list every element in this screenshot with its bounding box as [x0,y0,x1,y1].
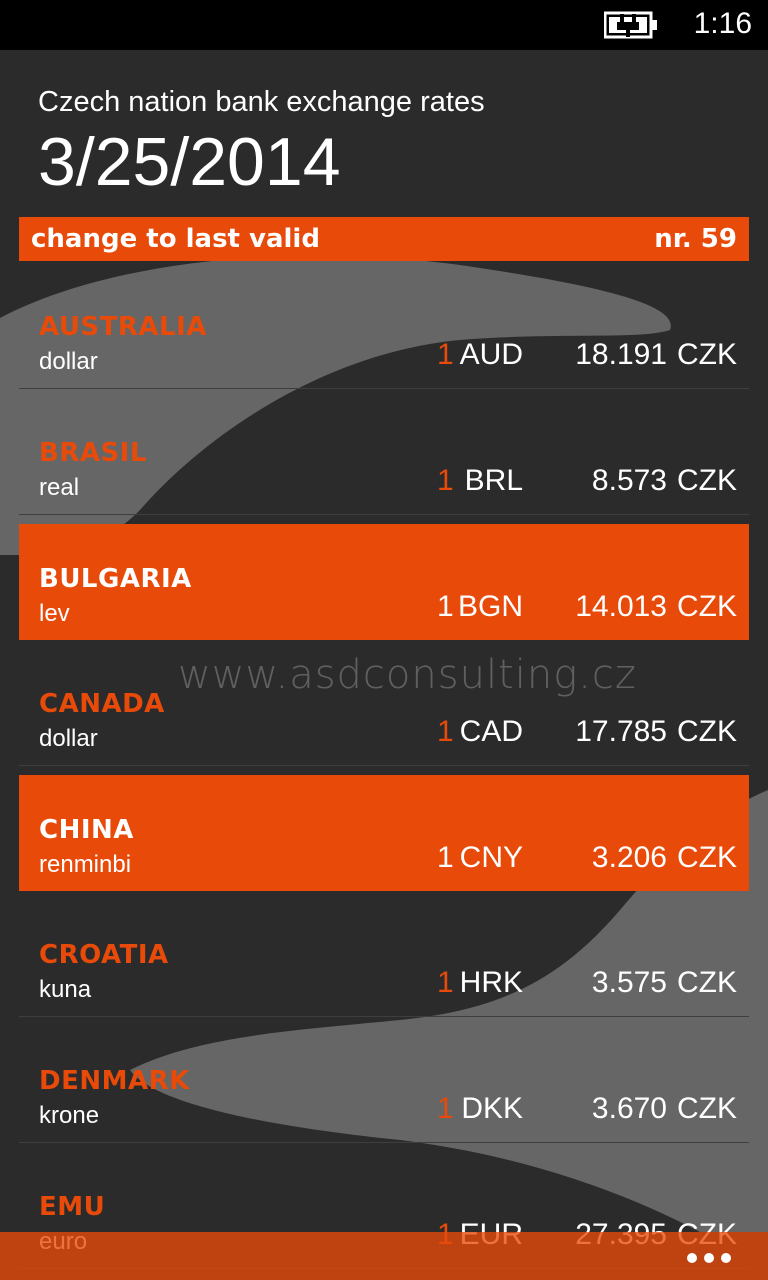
currency-code: CAD [459,715,523,748]
currency-code: BRL [464,464,523,497]
rate-row[interactable]: DENMARK krone 1 DKK 3.670 CZK [19,1026,749,1143]
exchange-rate: 8.573 [591,464,667,497]
currency-code: CNY [459,841,523,874]
exchange-rate: 3.670 [591,1092,667,1125]
exchange-rate: 18.191 [575,338,667,371]
rate-row-highlighted[interactable]: BULGARIA lev 1 BGN 14.013 CZK [19,524,749,640]
rate-row[interactable]: CROATIA kuna 1 HRK 3.575 CZK [19,900,749,1017]
battery-charging-icon [604,11,657,39]
rates-date[interactable]: 3/25/2014 [38,122,485,202]
currency-code: AUD [459,338,523,371]
rate-unit: CZK [677,338,737,371]
country-name: CROATIA [39,940,169,970]
currency-amount: 1 [437,715,454,748]
app-title: Czech nation bank exchange rates [38,86,485,118]
exchange-rate: 3.575 [591,966,667,999]
country-name: BULGARIA [39,564,192,594]
currency-name: real [39,474,80,501]
country-name: BRASIL [39,438,147,468]
currency-code: HRK [459,966,523,999]
more-dots-icon[interactable] [686,1252,732,1264]
change-info-bar[interactable]: change to last valid nr. 59 [19,217,749,261]
rate-unit: CZK [677,590,737,623]
country-name: EMU [39,1192,106,1222]
currency-name: dollar [39,725,98,752]
currency-amount: 1 [437,338,454,371]
app-bar[interactable] [0,1232,768,1280]
currency-name: renminbi [39,851,132,878]
currency-amount: 1 [437,1092,454,1125]
exchange-rate: 14.013 [575,590,667,623]
status-bar: 1:16 [0,0,768,50]
exchange-rate: 3.206 [591,841,667,874]
currency-code: DKK [461,1092,523,1125]
currency-name: kuna [39,976,92,1003]
status-time: 1:16 [693,7,752,40]
currency-amount: 1 [437,590,454,623]
change-to-last-valid-label[interactable]: change to last valid [31,224,320,254]
rate-unit: CZK [677,966,737,999]
rate-row-highlighted[interactable]: CHINA renminbi 1 CNY 3.206 CZK [19,775,749,891]
currency-amount: 1 [437,464,454,497]
rate-row[interactable]: AUSTRALIA dollar 1 AUD 18.191 CZK [19,272,749,389]
currency-name: krone [39,1102,100,1129]
rate-unit: CZK [677,841,737,874]
currency-name: lev [39,600,70,627]
currency-code: BGN [457,590,523,623]
exchange-rate: 17.785 [575,715,667,748]
rate-row[interactable]: BRASIL real 1 BRL 8.573 CZK [19,398,749,515]
watermark: www.asdconsulting.cz [178,652,637,698]
currency-amount: 1 [437,966,454,999]
country-name: CANADA [39,689,165,719]
currency-name: dollar [39,348,98,375]
bulletin-number: nr. 59 [654,224,737,254]
currency-amount: 1 [437,841,454,874]
country-name: CHINA [39,815,134,845]
rate-unit: CZK [677,464,737,497]
header: Czech nation bank exchange rates 3/25/20… [38,84,485,202]
country-name: DENMARK [39,1066,190,1096]
rate-unit: CZK [677,715,737,748]
country-name: AUSTRALIA [39,312,207,342]
rate-unit: CZK [677,1092,737,1125]
rate-list[interactable]: AUSTRALIA dollar 1 AUD 18.191 CZK BRASIL… [19,272,749,1278]
